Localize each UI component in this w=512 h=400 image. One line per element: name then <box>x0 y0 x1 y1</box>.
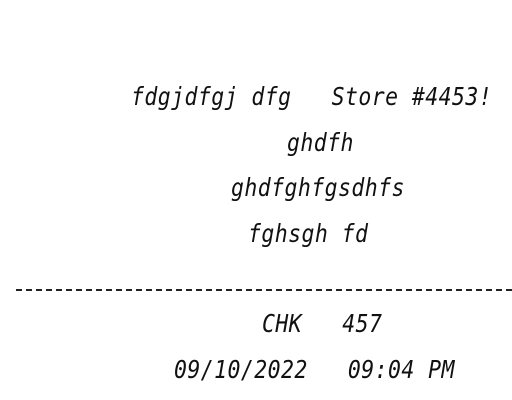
address-line-1: ghdfh <box>287 128 354 157</box>
address-line-2: ghdfghfgsdhfs <box>231 173 405 202</box>
date-time-line: 09/10/2022 09:04 PM <box>174 355 455 384</box>
check-number-line: CHK 457 <box>262 309 383 338</box>
receipt-paper: fdgjdfgj dfg Store #4453! ghdfh ghdfghfg… <box>0 0 512 400</box>
address-line-3: fghsgh fd <box>248 219 369 248</box>
store-name-line: fdgjdfgj dfg Store #4453! <box>131 82 493 111</box>
dashed-divider <box>16 289 512 291</box>
